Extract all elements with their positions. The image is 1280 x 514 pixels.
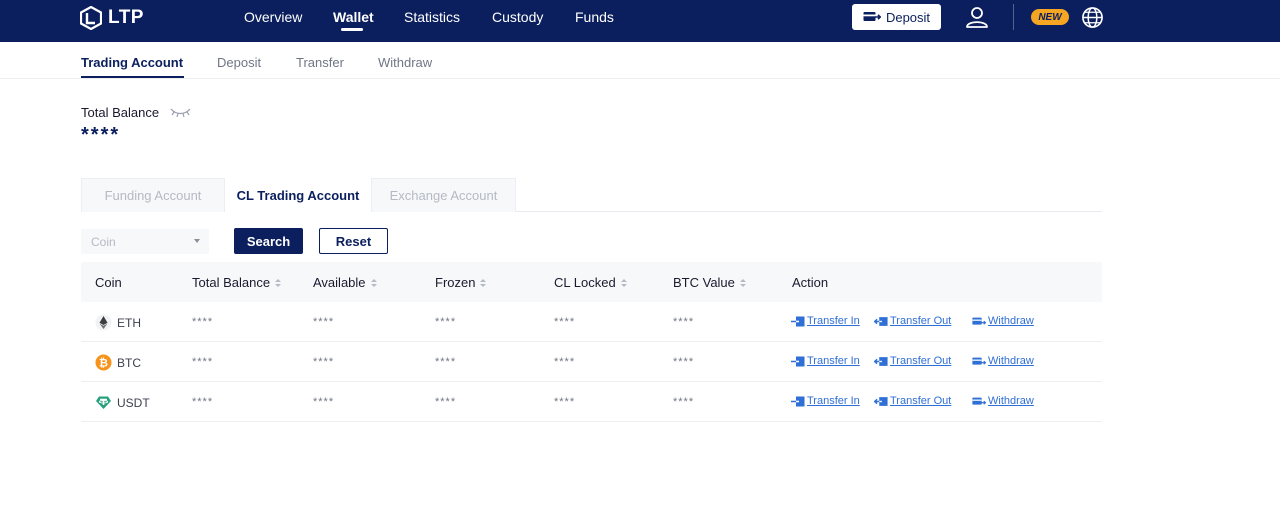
subtab-transfer[interactable]: Transfer [296, 55, 344, 70]
withdraw-link[interactable]: Withdraw [972, 315, 1034, 327]
transfer-out-link[interactable]: Transfer Out [874, 395, 951, 407]
sort-icon[interactable] [739, 278, 746, 287]
coin-cell: USDT [95, 394, 150, 411]
assets-table: Coin Total Balance Available Frozen CL L… [81, 262, 1102, 422]
total-balance-cell: **** [192, 316, 214, 328]
withdraw-link[interactable]: Withdraw [972, 355, 1034, 367]
nav-funds[interactable]: Funds [575, 9, 614, 25]
subtab-withdraw[interactable]: Withdraw [378, 55, 432, 70]
col-coin: Coin [95, 275, 122, 290]
header-deposit-button[interactable]: Deposit [852, 4, 941, 30]
withdraw-icon [972, 397, 986, 405]
tab-funding-account[interactable]: Funding Account [81, 178, 225, 212]
chevron-down-icon [194, 239, 200, 243]
coin-name: ETH [117, 315, 141, 330]
cl-locked-cell: **** [554, 396, 576, 408]
transfer-in-link[interactable]: Transfer In [791, 395, 860, 407]
ltp-logo-icon [80, 6, 102, 30]
subtab-deposit[interactable]: Deposit [217, 55, 261, 70]
top-navbar: LTP Overview Wallet Statistics Custody F… [0, 0, 1280, 42]
nav-active-indicator [341, 28, 363, 31]
coin-cell: ₿ BTC [95, 354, 141, 371]
withdraw-icon [972, 317, 986, 325]
total-balance-value: **** [81, 124, 121, 146]
withdraw-link[interactable]: Withdraw [972, 395, 1034, 407]
user-account-icon[interactable] [965, 5, 989, 29]
usdt-icon [96, 396, 111, 409]
deposit-card-icon [863, 12, 881, 21]
col-cl-locked[interactable]: CL Locked [554, 275, 627, 290]
nav-wallet[interactable]: Wallet [333, 9, 374, 25]
col-btc-value[interactable]: BTC Value [673, 275, 746, 290]
sort-icon[interactable] [480, 278, 487, 287]
total-balance-label: Total Balance [81, 105, 160, 120]
cl-locked-cell: **** [554, 356, 576, 368]
total-balance-cell: **** [192, 356, 214, 368]
table-row: ETH **** **** **** **** **** Transfer In… [81, 302, 1102, 342]
header-divider [1013, 4, 1014, 30]
transfer-out-link[interactable]: Transfer Out [874, 355, 951, 367]
frozen-cell: **** [435, 316, 457, 328]
brand-logo[interactable]: LTP [80, 6, 144, 30]
transfer-out-icon [874, 316, 888, 326]
transfer-out-icon [874, 396, 888, 406]
table-header: Coin Total Balance Available Frozen CL L… [81, 262, 1102, 302]
cl-locked-cell: **** [554, 316, 576, 328]
frozen-cell: **** [435, 356, 457, 368]
col-available[interactable]: Available [313, 275, 377, 290]
transfer-in-link[interactable]: Transfer In [791, 315, 860, 327]
col-total-balance[interactable]: Total Balance [192, 275, 282, 290]
sort-icon[interactable] [620, 278, 627, 287]
subtab-active-indicator [81, 76, 184, 78]
coin-name: BTC [117, 355, 141, 370]
subtab-trading-account[interactable]: Trading Account [81, 55, 183, 70]
new-badge[interactable]: NEW [1031, 9, 1069, 25]
svg-text:₿: ₿ [99, 357, 108, 370]
btc-value-cell: **** [673, 396, 695, 408]
transfer-out-link[interactable]: Transfer Out [874, 315, 951, 327]
reset-button[interactable]: Reset [319, 228, 388, 254]
table-row: ₿ BTC **** **** **** **** **** Transfer … [81, 342, 1102, 382]
btc-icon: ₿ [95, 354, 112, 371]
sort-icon[interactable] [275, 278, 282, 287]
nav-overview[interactable]: Overview [244, 9, 302, 25]
transfer-in-link[interactable]: Transfer In [791, 355, 860, 367]
nav-statistics[interactable]: Statistics [404, 9, 460, 25]
available-cell: **** [313, 356, 335, 368]
eye-closed-icon[interactable] [170, 106, 191, 118]
coin-cell: ETH [95, 314, 141, 331]
total-balance-cell: **** [192, 396, 214, 408]
transfer-in-icon [791, 356, 805, 366]
available-cell: **** [313, 316, 335, 328]
eth-icon [95, 314, 112, 331]
col-action: Action [792, 275, 829, 290]
tab-cl-trading-account[interactable]: CL Trading Account [225, 178, 371, 212]
table-row: USDT **** **** **** **** **** Transfer I… [81, 382, 1102, 422]
search-button[interactable]: Search [234, 228, 303, 254]
brand-name: LTP [108, 7, 144, 28]
withdraw-icon [972, 357, 986, 365]
transfer-out-icon [874, 356, 888, 366]
globe-language-icon[interactable] [1081, 6, 1104, 29]
nav-custody[interactable]: Custody [492, 9, 543, 25]
tab-exchange-account[interactable]: Exchange Account [371, 178, 516, 212]
btc-value-cell: **** [673, 316, 695, 328]
sort-icon[interactable] [370, 278, 377, 287]
frozen-cell: **** [435, 396, 457, 408]
available-cell: **** [313, 396, 335, 408]
btc-value-cell: **** [673, 356, 695, 368]
col-frozen[interactable]: Frozen [435, 275, 487, 290]
coin-name: USDT [117, 395, 150, 410]
coin-select-placeholder: Coin [91, 235, 116, 249]
wallet-subnav: Trading Account Deposit Transfer Withdra… [0, 42, 1280, 79]
transfer-in-icon [791, 316, 805, 326]
transfer-in-icon [791, 396, 805, 406]
account-tabs: Funding Account CL Trading Account Excha… [81, 178, 1102, 212]
coin-select[interactable]: Coin [81, 229, 209, 254]
header-deposit-label: Deposit [885, 9, 931, 25]
